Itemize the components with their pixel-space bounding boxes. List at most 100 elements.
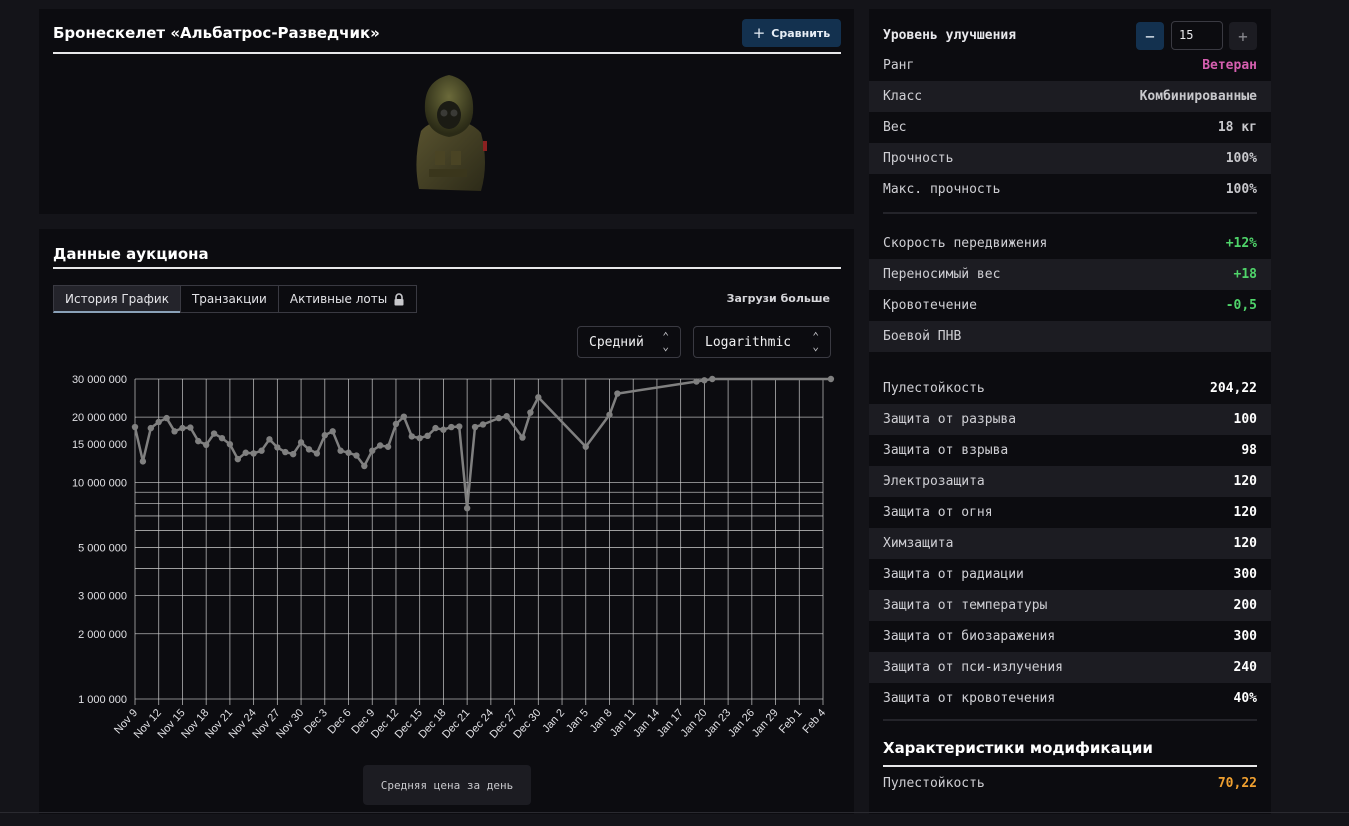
price-point [384,443,392,450]
stat-label: Защита от биозаражения [883,629,1056,644]
price-point [408,433,415,440]
auction-tabs: История График Транзакции Активные лоты [53,285,418,313]
stat-value: 200 [1233,598,1257,613]
price-point [282,448,289,456]
stat-row: Пулестойкость 70,22 [869,768,1271,799]
price-point [218,434,226,442]
stats-mod: Пулестойкость 70,22 [869,768,1271,799]
stat-row: Боевой ПНВ [869,321,1271,352]
chevron-up-down-icon: ⌃ ⌄ [812,330,819,353]
price-point [432,424,439,432]
price-point [701,377,708,384]
stat-value: +12% [1225,236,1257,251]
stat-value: 120 [1233,505,1257,520]
stats-bonuses: Скорость передвижения +12% Переносимый вес… [869,228,1271,352]
price-point [400,413,408,420]
stat-value: 120 [1233,474,1257,489]
stat-value: 240 [1233,660,1257,675]
stat-label: Электрозащита [883,474,985,489]
stat-value: Ветеран [1202,58,1257,73]
stat-value: 40% [1233,691,1257,706]
stat-value: 70,22 [1217,776,1257,791]
stat-label: Защита от радиации [883,567,1024,582]
price-point [147,424,155,432]
scale-mode-value: Logarithmic [705,334,792,350]
compare-label: Сравнить [771,26,831,40]
price-point [202,441,210,449]
stat-row: Защита от радиации 300 [869,559,1271,590]
stat-label: Защита от разрыва [883,412,1017,427]
stat-value: Комбинированные [1139,89,1257,104]
stat-row: Кровотечение -0,5 [869,290,1271,321]
stat-label: Макс. прочность [883,182,1001,197]
stat-row: Химзащита 120 [869,528,1271,559]
x-tick-label: Feb 1 [777,707,805,736]
tab-history-chart[interactable]: История График [53,285,181,313]
stat-row: Защита от биозаражения 300 [869,621,1271,652]
price-point [495,414,502,422]
price-series-line [133,377,831,510]
chevron-up-down-icon: ⌃ ⌄ [662,330,669,353]
chart-legend: Средняя цена за день [363,765,531,805]
stat-row: Вес 18 кг [869,112,1271,143]
compare-button[interactable]: + Сравнить [742,19,841,47]
stat-label: Скорость передвижения [883,236,1048,251]
mod-title: Характеристики модификации [883,739,1153,757]
level-decrease-button[interactable]: − [1136,22,1164,50]
stat-row: Защита от пси-излучения 240 [869,652,1271,683]
x-tick-label: Jan 5 [564,707,591,735]
armor-image [416,75,487,191]
level-increase-button[interactable]: + [1229,22,1257,50]
divider [883,719,1257,721]
price-point [582,443,589,450]
stat-row: Макс. прочность 100% [869,174,1271,205]
stat-label: Кровотечение [883,298,977,313]
price-point [693,378,700,385]
stat-row: Ранг Ветеран [869,50,1271,81]
price-point [139,458,147,465]
footer-divider [0,812,1349,813]
tab-transactions[interactable]: Транзакции [179,285,279,313]
price-point [416,434,423,442]
level-input[interactable]: 15 [1171,21,1223,50]
stat-row: Прочность 100% [869,143,1271,174]
stat-label: Пулестойкость [883,381,985,396]
price-point [361,462,368,470]
price-point [440,426,447,433]
tab-label: Транзакции [191,292,267,306]
stat-row: Защита от разрыва 100 [869,404,1271,435]
price-point [448,423,455,431]
x-tick-label: Dec 3 [302,707,330,736]
price-point [456,423,463,430]
tab-label: Активные лоты [289,292,388,306]
item-panel: Бронескелет «Альбатрос-Разведчик» + Срав… [39,9,854,214]
price-point [305,446,313,453]
price-point [195,437,202,445]
price-point [614,390,621,397]
stats-protection: Пулестойкость 204,22 Защита от разрыва 100 З… [869,373,1271,714]
load-more-button[interactable]: Загрузи больше [727,292,830,305]
price-point [210,430,218,437]
stat-label: Защита от температуры [883,598,1048,613]
y-tick-label: 15 000 000 [72,439,127,451]
price-point [519,434,526,441]
price-point [187,424,194,431]
auction-title: Данные аукциона [53,245,209,263]
price-mode-select[interactable]: Средний ⌃ ⌄ [577,326,681,358]
stat-row: Защита от взрыва 98 [869,435,1271,466]
lock-icon [394,292,404,305]
price-point [258,447,265,454]
stat-value: +18 [1233,267,1257,282]
stat-label: Защита от кровотечения [883,691,1056,706]
stat-row: Защита от огня 120 [869,497,1271,528]
price-point [329,428,336,435]
price-point [424,432,431,440]
scale-mode-select[interactable]: Logarithmic ⌃ ⌄ [693,326,831,358]
mod-underline [883,765,1257,767]
price-history-chart: 30 000 000 20 000 000 15 000 000 10 000 000… [72,374,835,741]
tab-active-lots[interactable]: Активные лоты [277,285,418,313]
stats-panel: Уровень улучшения − 15 + Ранг Ветеран Клас… [869,9,1271,814]
stat-value: 300 [1233,629,1257,644]
price-point [471,423,479,431]
price-mode-value: Средний [589,334,644,350]
